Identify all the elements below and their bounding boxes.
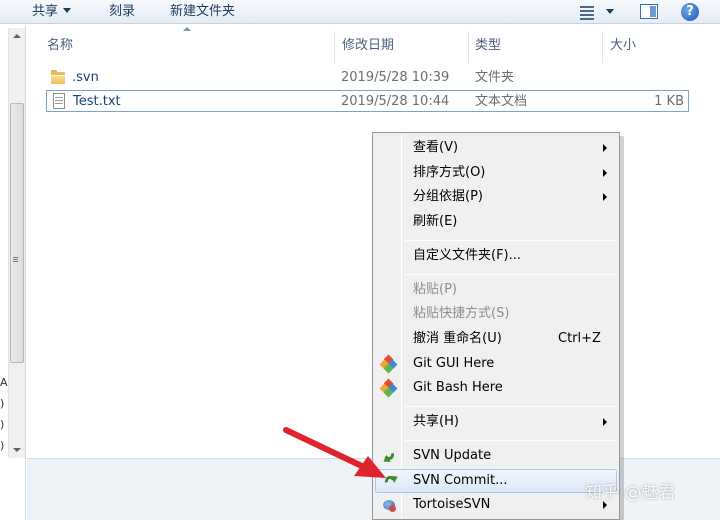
navigation-scrollbar[interactable] — [8, 28, 25, 458]
column-header-date[interactable]: 修改日期 — [322, 37, 457, 57]
menu-item-paste[interactable]: 粘贴(P) — [375, 278, 617, 302]
column-header-size[interactable]: 大小 — [590, 37, 690, 57]
change-view-icon[interactable] — [578, 2, 596, 22]
scroll-up-icon[interactable] — [13, 34, 21, 38]
menu-item-group-by[interactable]: 分组依据(P) — [375, 185, 617, 209]
menu-item-label: SVN Update — [413, 448, 492, 463]
menu-separator — [405, 406, 617, 407]
git-bash-icon — [379, 378, 398, 398]
menu-item-svn-update[interactable]: SVN Update — [375, 444, 617, 468]
menu-item-label: 查看(V) — [413, 140, 459, 155]
menu-item-svn-commit[interactable]: SVN Commit... — [375, 469, 617, 493]
menu-separator — [405, 274, 617, 275]
menu-item-label: 粘贴快捷方式(S) — [413, 306, 510, 321]
menu-item-label: 自定义文件夹(F)... — [413, 248, 522, 263]
file-name: Test.txt — [73, 94, 121, 109]
menu-item-label: Git Bash Here — [413, 380, 503, 395]
menu-item-share[interactable]: 共享(H) — [375, 410, 617, 434]
scrollbar-grip-icon — [13, 257, 18, 258]
menu-item-label: 刷新(E) — [413, 214, 458, 229]
scroll-down-icon[interactable] — [13, 448, 21, 452]
share-button[interactable]: 共享 — [32, 3, 72, 21]
file-type: 文本文档 — [475, 94, 528, 109]
file-date: 2019/5/28 10:44 — [341, 94, 450, 109]
menu-item-label: SVN Commit... — [413, 473, 508, 488]
text-file-icon — [51, 93, 67, 109]
nav-clipped-char: A — [0, 376, 8, 389]
red-pointer-arrow-icon — [283, 427, 386, 478]
menu-item-label: 分组依据(P) — [413, 189, 483, 204]
menu-item-git-bash[interactable]: Git Bash Here — [375, 376, 617, 400]
submenu-arrow-icon — [603, 169, 607, 177]
menu-item-label: TortoiseSVN — [413, 497, 491, 512]
chevron-down-icon — [63, 8, 72, 13]
navigation-pane-clipped-text: A ) ) ) — [0, 372, 8, 456]
file-list-header: 名称 修改日期 类型 大小 — [27, 25, 720, 65]
menu-item-undo-rename[interactable]: 撤消 重命名(U) Ctrl+Z — [375, 327, 617, 351]
scrollbar-grip-icon — [13, 259, 18, 260]
column-header-name[interactable]: 名称 — [27, 37, 333, 57]
scrollbar-thumb[interactable] — [10, 103, 24, 363]
menu-item-label: 粘贴(P) — [413, 282, 457, 297]
menu-separator — [405, 240, 617, 241]
file-name: .svn — [72, 70, 99, 85]
menu-separator — [405, 440, 617, 441]
nav-clipped-char: ) — [0, 439, 5, 452]
context-menu: 查看(V) 排序方式(O) 分组依据(P) 刷新(E) 自定义文件夹(F)...… — [372, 132, 620, 520]
preview-pane-icon[interactable] — [639, 2, 659, 22]
nav-clipped-char: ) — [0, 418, 5, 431]
nav-clipped-char: ) — [0, 397, 5, 410]
submenu-arrow-icon — [603, 144, 607, 152]
new-folder-button[interactable]: 新建文件夹 — [170, 3, 235, 21]
tortoise-svn-icon — [381, 497, 397, 513]
help-icon[interactable]: ? — [680, 2, 700, 22]
command-toolbar: 共享 刻录 新建文件夹 ? — [0, 0, 720, 24]
view-options-chevron-icon[interactable] — [606, 9, 614, 14]
file-row-svn[interactable]: .svn 2019/5/28 10:39 文件夹 — [46, 67, 689, 89]
menu-item-label: 共享(H) — [413, 414, 459, 429]
menu-item-label: 排序方式(O) — [413, 165, 486, 180]
menu-item-label: 撤消 重命名(U) — [413, 331, 502, 346]
watermark: 知乎 @魅君 — [585, 483, 676, 503]
file-size: 1 KB — [654, 94, 684, 109]
submenu-arrow-icon — [603, 418, 607, 426]
folder-icon — [50, 69, 66, 85]
menu-item-sort-by[interactable]: 排序方式(O) — [375, 161, 617, 185]
menu-item-label: Git GUI Here — [413, 356, 495, 371]
git-gui-icon — [379, 354, 398, 374]
burn-button[interactable]: 刻录 — [109, 3, 135, 21]
file-date: 2019/5/28 10:39 — [341, 70, 450, 85]
column-header-type[interactable]: 类型 — [455, 37, 590, 57]
menu-item-view[interactable]: 查看(V) — [375, 136, 617, 160]
menu-item-tortoise-svn[interactable]: TortoiseSVN — [375, 493, 617, 517]
sort-ascending-icon — [183, 27, 191, 31]
scrollbar-grip-icon — [13, 261, 18, 262]
menu-item-refresh[interactable]: 刷新(E) — [375, 210, 617, 234]
menu-item-git-gui[interactable]: Git GUI Here — [375, 352, 617, 376]
file-type: 文件夹 — [475, 70, 515, 85]
submenu-arrow-icon — [603, 193, 607, 201]
menu-item-paste-shortcut[interactable]: 粘贴快捷方式(S) — [375, 302, 617, 326]
file-row-test-txt[interactable]: Test.txt 2019/5/28 10:44 文本文档 1 KB — [46, 90, 689, 112]
menu-item-customize-folder[interactable]: 自定义文件夹(F)... — [375, 244, 617, 268]
share-button-label: 共享 — [32, 4, 59, 19]
menu-item-shortcut: Ctrl+Z — [558, 331, 601, 346]
